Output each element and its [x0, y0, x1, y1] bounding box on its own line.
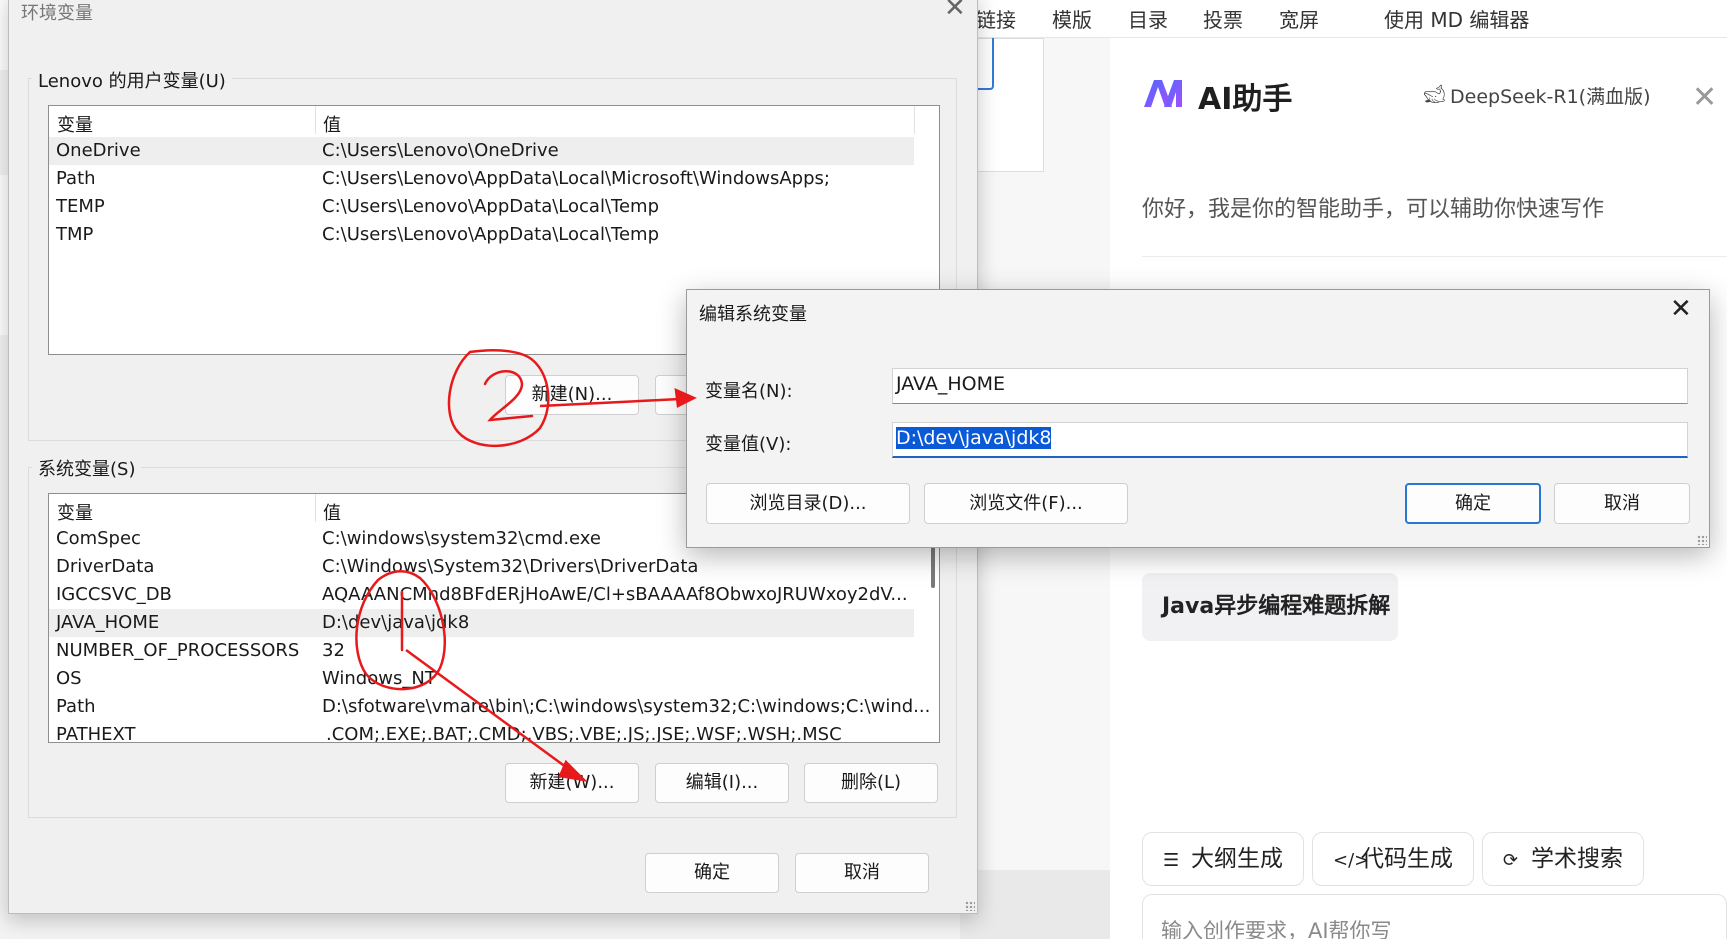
row-name: DriverData [56, 556, 155, 577]
table-row[interactable]: PATHEXT .COM;.EXE;.BAT;.CMD;.VBS;.VBE;.J… [49, 721, 914, 743]
env-dialog-title: 环境变量 [21, 3, 93, 24]
table-row[interactable]: Path C:\Users\Lenovo\AppData\Local\Micro… [49, 165, 914, 193]
row-name: TMP [56, 224, 94, 245]
column-separator[interactable] [315, 494, 316, 522]
ai-prompt-input[interactable]: 输入创作要求，AI帮你写 [1142, 894, 1727, 939]
row-name: PATHEXT [56, 724, 136, 743]
code-icon: </> [1333, 850, 1370, 871]
table-row[interactable]: TEMP C:\Users\Lenovo\AppData\Local\Temp [49, 193, 914, 221]
column-separator[interactable] [315, 106, 316, 134]
search-icon: ⟳ [1503, 850, 1519, 871]
code-tool-label: 代码生成 [1361, 846, 1453, 872]
table-row[interactable]: IGCCSVC_DB AQAAANCMnd8BFdERjHoAwE/Cl+sBA… [49, 581, 914, 609]
model-whale-icon: 🐋︎ [1423, 84, 1446, 105]
edit-cancel-button[interactable]: 取消 [1554, 483, 1690, 524]
toolbar-toc[interactable]: 目录 [1128, 4, 1168, 33]
env-ok-button[interactable]: 确定 [645, 853, 779, 893]
code-tool-button[interactable]: </>代码生成 [1312, 832, 1474, 886]
column-separator [914, 106, 915, 134]
row-name: OneDrive [56, 140, 141, 161]
editor-toolbar: 链接 模版 目录 投票 宽屏 使用 MD 编辑器 [960, 0, 1727, 38]
edit-system-variable-dialog: 编辑系统变量 ✕ 变量名(N): JAVA_HOME 变量值(V): D:\de… [686, 289, 1710, 548]
row-name: ComSpec [56, 528, 141, 549]
toolbar-vote[interactable]: 投票 [1203, 4, 1243, 33]
row-value: C:\Windows\System32\Drivers\DriverData [322, 556, 699, 577]
browse-file-button[interactable]: 浏览文件(F)... [924, 483, 1128, 524]
ai-close-icon[interactable]: ✕ [1692, 80, 1717, 115]
row-value: C:\windows\system32\cmd.exe [322, 528, 601, 549]
header-value[interactable]: 值 [323, 499, 341, 525]
ai-greeting: 你好，我是你的智能助手，可以辅助你快速写作 [1142, 197, 1605, 222]
table-row[interactable]: Path D:\sfotware\vmare\bin\;C:\windows\s… [49, 693, 930, 721]
table-row[interactable]: DriverData C:\Windows\System32\Drivers\D… [49, 553, 914, 581]
outline-tool-label: 大纲生成 [1191, 846, 1283, 872]
row-value: C:\Users\Lenovo\OneDrive [322, 140, 559, 161]
edit-close-icon[interactable]: ✕ [1670, 294, 1692, 324]
search-tool-label: 学术搜索 [1531, 846, 1623, 872]
env-close-icon[interactable]: ✕ [944, 0, 966, 23]
editor-bottom-bar [960, 870, 1110, 939]
row-name: NUMBER_OF_PROCESSORS [56, 640, 300, 661]
browse-directory-button[interactable]: 浏览目录(D)... [706, 483, 910, 524]
header-variable[interactable]: 变量 [57, 111, 93, 137]
row-name: IGCCSVC_DB [56, 584, 172, 605]
row-value: C:\Users\Lenovo\AppData\Local\Temp [322, 224, 659, 245]
ai-title: AI助手 [1198, 82, 1293, 117]
row-name: OS [56, 668, 82, 689]
toolbar-template[interactable]: 模版 [1052, 4, 1092, 33]
list-icon: ☰ [1163, 850, 1180, 871]
system-edit-button[interactable]: 编辑(I)... [655, 763, 789, 803]
suggestion-chip[interactable]: Java异步编程难题拆解 [1142, 573, 1398, 641]
user-vars-header: 变量 值 [49, 106, 939, 137]
variable-value-selection: D:\dev\java\jdk8 [896, 427, 1052, 449]
system-vars-label: 系统变量(S) [32, 455, 142, 481]
row-value: D:\dev\java\jdk8 [322, 612, 470, 633]
table-row[interactable]: OS Windows_NT [49, 665, 914, 693]
model-selector[interactable]: DeepSeek-R1(满血版) [1450, 82, 1650, 109]
toolbar-link[interactable]: 链接 [976, 4, 1016, 33]
edit-resize-grip[interactable] [1697, 535, 1707, 545]
row-name: Path [56, 168, 96, 189]
env-cancel-button[interactable]: 取消 [795, 853, 929, 893]
variable-name-input[interactable]: JAVA_HOME [892, 368, 1688, 404]
row-value: D:\sfotware\vmare\bin\;C:\windows\system… [322, 696, 931, 717]
row-value: .COM;.EXE;.BAT;.CMD;.VBS;.VBE;.JS;.JSE;.… [326, 724, 842, 743]
row-value: C:\Users\Lenovo\AppData\Local\Microsoft\… [322, 168, 830, 189]
variable-value-label: 变量值(V): [705, 434, 792, 455]
row-name: Path [56, 696, 96, 717]
toolbar-md-editor[interactable]: 使用 MD 编辑器 [1384, 4, 1529, 33]
user-vars-label: Lenovo 的用户变量(U) [32, 67, 232, 93]
variable-name-label: 变量名(N): [705, 381, 793, 402]
row-name: TEMP [56, 196, 105, 217]
table-row[interactable]: OneDrive C:\Users\Lenovo\OneDrive [49, 137, 914, 165]
user-new-button[interactable]: 新建(N)... [505, 375, 639, 415]
row-value: AQAAANCMnd8BFdERjHoAwE/Cl+sBAAAAf8ObwxoJ… [322, 584, 908, 605]
env-resize-grip[interactable] [965, 901, 975, 911]
table-row[interactable]: NUMBER_OF_PROCESSORS 32 [49, 637, 914, 665]
row-value: Windows_NT [322, 668, 436, 689]
ai-logo-icon [1144, 80, 1182, 107]
row-name: JAVA_HOME [56, 612, 160, 633]
editor-focus-outline [976, 38, 994, 90]
edit-dialog-title: 编辑系统变量 [699, 304, 807, 325]
outline-tool-button[interactable]: ☰ 大纲生成 [1142, 832, 1304, 886]
system-new-button[interactable]: 新建(W)... [505, 763, 639, 803]
header-value[interactable]: 值 [323, 111, 341, 137]
table-row-selected[interactable]: JAVA_HOME D:\dev\java\jdk8 [49, 609, 914, 637]
system-delete-button[interactable]: 删除(L) [804, 763, 938, 803]
row-value: C:\Users\Lenovo\AppData\Local\Temp [322, 196, 659, 217]
search-tool-button[interactable]: ⟳ 学术搜索 [1482, 832, 1644, 886]
variable-value-input[interactable]: D:\dev\java\jdk8 [892, 422, 1688, 458]
row-value: 32 [322, 640, 345, 661]
edit-ok-button[interactable]: 确定 [1405, 483, 1541, 524]
ai-divider [1142, 256, 1727, 257]
header-variable[interactable]: 变量 [57, 499, 93, 525]
table-row[interactable]: TMP C:\Users\Lenovo\AppData\Local\Temp [49, 221, 914, 249]
toolbar-widescreen[interactable]: 宽屏 [1279, 4, 1319, 33]
